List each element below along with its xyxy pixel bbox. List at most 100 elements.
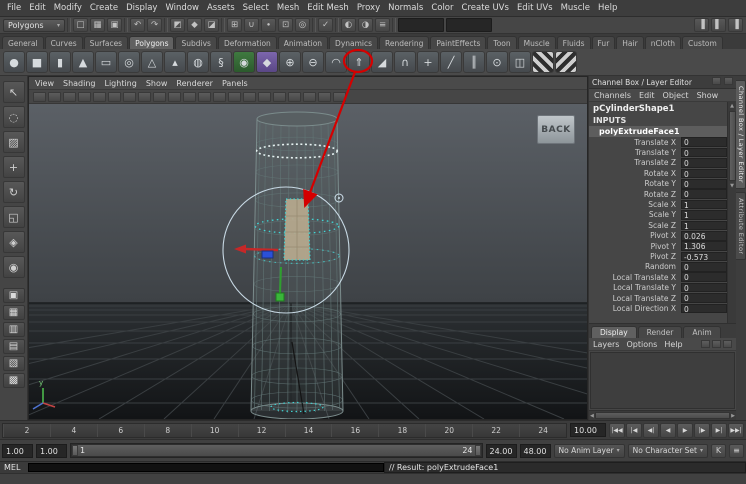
poly-prism-icon[interactable]: △ xyxy=(141,51,163,73)
range-slider-thumb[interactable]: 1 24 xyxy=(72,445,481,456)
channel-box-menu-item[interactable]: Channels xyxy=(594,91,631,100)
channel-value-field[interactable]: 0 xyxy=(681,189,727,199)
shadows-display-icon[interactable] xyxy=(303,92,316,102)
film-gate-icon[interactable] xyxy=(153,92,166,102)
grid-toggle-icon[interactable] xyxy=(138,92,151,102)
channel-label[interactable]: Scale X xyxy=(589,200,681,209)
poly-pyramid-icon[interactable]: ▴ xyxy=(164,51,186,73)
animation-preferences-icon[interactable]: ≡ xyxy=(729,444,744,458)
channel-label[interactable]: Pivot Y xyxy=(589,242,681,251)
channel-box-menu-item[interactable]: Edit xyxy=(639,91,655,100)
smooth-icon[interactable]: ◠ xyxy=(325,51,347,73)
panel-menu-item[interactable]: Panels xyxy=(222,79,248,88)
channel-value-field[interactable]: 1 xyxy=(681,200,727,210)
render-current-frame-icon[interactable]: ◐ xyxy=(341,18,356,32)
snap-to-grids-icon[interactable]: ⊞ xyxy=(227,18,242,32)
menu-item[interactable]: Edit Mesh xyxy=(303,2,353,14)
checker-texture-icon[interactable] xyxy=(555,51,577,73)
range-slider[interactable]: 1 24 xyxy=(70,443,483,458)
shelf-tab[interactable]: Toon xyxy=(487,36,516,49)
mirror-geometry-icon[interactable]: ◫ xyxy=(509,51,531,73)
play-backwards-button[interactable]: ◀ xyxy=(660,423,676,438)
layer-options-icon[interactable] xyxy=(723,340,732,348)
step-forward-frame-button[interactable]: ▶| xyxy=(711,423,727,438)
soft-modification-tool-icon[interactable]: ◉ xyxy=(3,256,25,278)
channel-value-field[interactable]: 1 xyxy=(681,210,727,220)
animation-end-field[interactable]: 48.00 xyxy=(520,444,551,458)
textured-display-icon[interactable] xyxy=(273,92,286,102)
channel-value-field[interactable]: 1 xyxy=(681,221,727,231)
channel-value-field[interactable]: 0 xyxy=(681,262,727,272)
menu-item[interactable]: Help xyxy=(594,2,621,14)
checker-texture-icon[interactable] xyxy=(532,51,554,73)
undo-icon[interactable]: ↶ xyxy=(130,18,145,32)
layer-editor-tab[interactable]: Anim xyxy=(683,326,720,338)
single-pane-layout-button[interactable]: ▣ xyxy=(3,288,25,303)
collapse-panel-icon[interactable] xyxy=(724,77,733,85)
shelf-tab[interactable]: Muscle xyxy=(518,36,556,49)
select-tool-icon[interactable]: ↖ xyxy=(3,81,25,103)
shelf-tab[interactable]: General xyxy=(2,36,44,49)
command-line-input[interactable] xyxy=(28,463,384,472)
panel-menu-item[interactable]: Lighting xyxy=(104,79,136,88)
poly-cylinder-icon[interactable]: ▮ xyxy=(49,51,71,73)
menu-item[interactable]: Display xyxy=(122,2,161,14)
side-panel-tab[interactable]: Channel Box / Layer Editor xyxy=(736,80,746,189)
step-back-key-button[interactable]: ◀| xyxy=(643,423,659,438)
play-forwards-button[interactable]: ▶ xyxy=(677,423,693,438)
back-button[interactable]: BACK xyxy=(537,115,575,144)
select-by-component-icon[interactable]: ◪ xyxy=(204,18,219,32)
channel-label[interactable]: Translate X xyxy=(589,138,681,147)
poly-pipe-icon[interactable]: ◍ xyxy=(187,51,209,73)
shelf-tab[interactable]: Fur xyxy=(592,36,616,49)
channel-scrollbar[interactable]: ▲ ▼ xyxy=(727,102,736,323)
panel-menu-item[interactable]: Shading xyxy=(63,79,96,88)
range-start-grip[interactable] xyxy=(72,445,78,456)
persp-graph-layout-button[interactable]: ▤ xyxy=(3,339,25,354)
channel-label[interactable]: Translate Z xyxy=(589,158,681,167)
shelf-tab[interactable]: Subdivs xyxy=(175,36,216,49)
use-all-lights-icon[interactable] xyxy=(288,92,301,102)
channel-label[interactable]: Scale Y xyxy=(589,210,681,219)
shelf-tab[interactable]: Dynamics xyxy=(329,36,378,49)
go-to-end-button[interactable]: ▶▶| xyxy=(728,423,744,438)
quick-selection-field[interactable] xyxy=(398,18,444,32)
channel-label[interactable]: Rotate X xyxy=(589,169,681,178)
shelf-tab[interactable]: Fluids xyxy=(557,36,591,49)
shelf-tab[interactable]: Custom xyxy=(682,36,723,49)
lock-camera-icon[interactable] xyxy=(48,92,61,102)
command-line-language-toggle[interactable]: MEL xyxy=(0,462,28,473)
viewport-canvas[interactable]: y xyxy=(29,104,587,419)
select-camera-icon[interactable] xyxy=(33,92,46,102)
channel-label[interactable]: Pivot Z xyxy=(589,252,681,261)
menu-item[interactable]: Mesh xyxy=(273,2,303,14)
insert-edge-loop-icon[interactable]: ║ xyxy=(463,51,485,73)
separate-icon[interactable]: ⊖ xyxy=(302,51,324,73)
construction-history-icon[interactable]: ✓ xyxy=(318,18,333,32)
persp-outliner-layout-button[interactable]: ▥ xyxy=(3,322,25,337)
ipr-render-icon[interactable]: ◑ xyxy=(358,18,373,32)
open-scene-icon[interactable]: ▦ xyxy=(90,18,105,32)
menu-set-selector[interactable]: Polygons ▾ xyxy=(3,19,65,32)
paint-selection-tool-icon[interactable]: ▨ xyxy=(3,131,25,153)
channel-value-field[interactable]: 0 xyxy=(681,293,727,303)
go-to-start-button[interactable]: |◀◀ xyxy=(609,423,625,438)
animation-start-field[interactable]: 1.00 xyxy=(2,444,33,458)
safe-title-icon[interactable] xyxy=(228,92,241,102)
menu-item[interactable]: Create xyxy=(86,2,122,14)
safe-action-icon[interactable] xyxy=(213,92,226,102)
shape-node-name[interactable]: pCylinderShape1 xyxy=(589,102,727,115)
channel-label[interactable]: Pivot X xyxy=(589,231,681,240)
channel-value-field[interactable]: 0 xyxy=(681,148,727,158)
channel-value-field[interactable]: 0 xyxy=(681,272,727,282)
camera-attributes-icon[interactable] xyxy=(63,92,76,102)
menu-item[interactable]: Edit UVs xyxy=(513,2,557,14)
step-forward-key-button[interactable]: |▶ xyxy=(694,423,710,438)
channel-value-field[interactable]: 0 xyxy=(681,137,727,147)
bevel-icon[interactable]: ◢ xyxy=(371,51,393,73)
layer-list[interactable] xyxy=(590,352,735,409)
menu-item[interactable]: File xyxy=(3,2,25,14)
channel-box-menu-item[interactable]: Object xyxy=(663,91,689,100)
attribute-editor-toggle-icon[interactable]: ▐ xyxy=(694,18,709,32)
layer-editor-menu-item[interactable]: Layers xyxy=(593,340,619,349)
